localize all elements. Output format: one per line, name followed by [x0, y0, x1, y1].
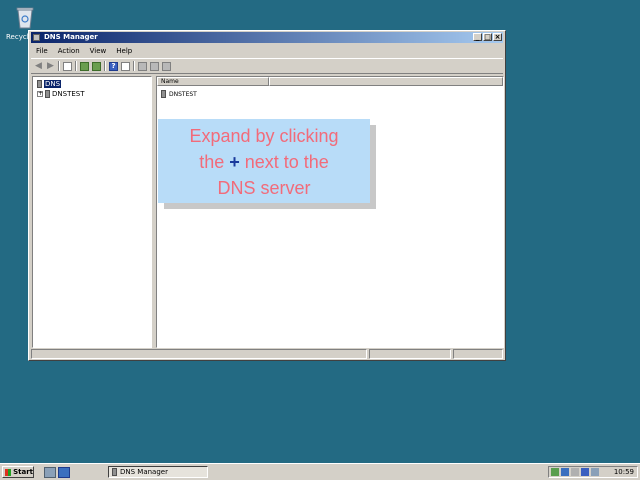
server-icon: [161, 90, 166, 98]
list-header: Name: [157, 77, 503, 86]
toolbar-separator: [75, 61, 77, 71]
server-icon[interactable]: [138, 61, 147, 71]
window-controls: _ □ ×: [473, 33, 502, 41]
callout-line-2: the + next to the: [199, 152, 329, 172]
minimize-button[interactable]: _: [473, 33, 482, 41]
tutorial-callout: Expand by clicking the + next to the DNS…: [158, 119, 370, 203]
status-section: [31, 349, 367, 359]
clear-cache-icon[interactable]: [162, 61, 171, 71]
results-list-pane[interactable]: Name DNSTEST: [156, 76, 504, 348]
expand-plus-icon[interactable]: +: [37, 90, 43, 97]
list-item[interactable]: DNSTEST: [161, 90, 197, 98]
status-section: [369, 349, 451, 359]
network-icon[interactable]: [551, 468, 559, 476]
menu-help[interactable]: Help: [111, 47, 137, 55]
title-bar[interactable]: DNS Manager _ □ ×: [31, 32, 503, 43]
volume-icon[interactable]: [571, 468, 579, 476]
tree-item-dnstest[interactable]: + DNSTEST: [37, 89, 85, 98]
list-item-label: DNSTEST: [169, 90, 197, 98]
menu-view[interactable]: View: [85, 47, 112, 55]
maximize-button[interactable]: □: [483, 33, 492, 41]
taskbar-button-label: DNS Manager: [120, 468, 168, 476]
toolbar-separator: [104, 61, 106, 71]
update-server-icon[interactable]: [150, 61, 159, 71]
menu-action[interactable]: Action: [53, 47, 85, 55]
toolbar: ◀ ▶ ?: [31, 58, 503, 74]
back-arrow-icon[interactable]: ◀: [34, 61, 43, 71]
taskbar-button-dns-manager[interactable]: DNS Manager: [108, 466, 208, 478]
help-icon[interactable]: ?: [109, 61, 118, 71]
windows-logo-icon: [5, 468, 12, 476]
callout-line-1: Expand by clicking: [189, 126, 339, 146]
menu-bar: File Action View Help: [31, 45, 503, 57]
system-tray: 10:59: [548, 466, 638, 478]
security-icon[interactable]: [561, 468, 569, 476]
start-label: Start: [13, 468, 33, 476]
toolbar-separator: [133, 61, 135, 71]
monitor-icon[interactable]: [581, 468, 589, 476]
tree-item-dns[interactable]: DNS: [37, 79, 62, 88]
server-icon: [45, 89, 50, 98]
console-tree-pane[interactable]: DNS + DNSTEST: [32, 76, 152, 348]
close-button[interactable]: ×: [493, 33, 502, 41]
status-bar: [31, 349, 503, 359]
start-button[interactable]: Start: [2, 466, 34, 478]
refresh-icon[interactable]: [80, 61, 89, 71]
dns-manager-task-icon: [112, 468, 117, 476]
tree-item-dnstest-label: DNSTEST: [52, 89, 85, 98]
status-section: [453, 349, 503, 359]
update-icon[interactable]: [591, 468, 599, 476]
tree-item-dns-label: DNS: [44, 79, 62, 88]
show-hide-tree-icon[interactable]: [63, 61, 72, 71]
toolbar-separator: [58, 61, 60, 71]
column-header-blank: [269, 77, 503, 86]
menu-file[interactable]: File: [31, 47, 53, 55]
callout-plus-sign: +: [229, 152, 240, 172]
dns-root-icon: [37, 79, 42, 88]
window-title: DNS Manager: [44, 33, 98, 41]
column-header-name[interactable]: Name: [157, 77, 269, 86]
forward-arrow-icon[interactable]: ▶: [46, 61, 55, 71]
window-app-icon: [33, 34, 40, 41]
callout-line-3: DNS server: [217, 178, 311, 198]
export-list-icon[interactable]: [92, 61, 101, 71]
quick-launch-server-manager-icon[interactable]: [44, 467, 56, 478]
recycle-bin-icon: [16, 7, 34, 29]
properties-icon[interactable]: [121, 61, 130, 71]
quick-launch-show-desktop-icon[interactable]: [58, 467, 70, 478]
clock[interactable]: 10:59: [614, 468, 637, 476]
taskbar: Start DNS Manager 10:59: [0, 463, 640, 480]
